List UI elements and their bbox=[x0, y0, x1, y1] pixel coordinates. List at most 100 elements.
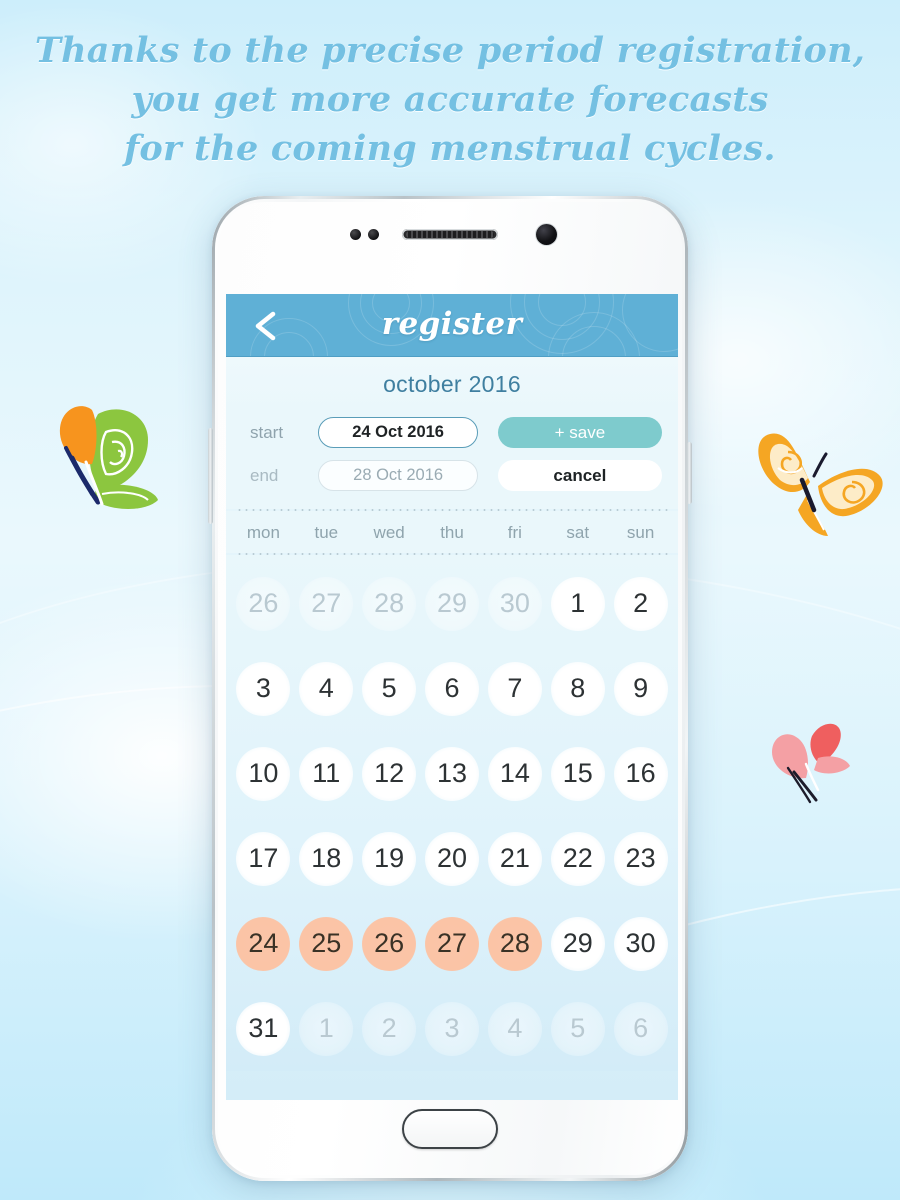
calendar-day-cell[interactable]: 16 bbox=[609, 731, 672, 816]
calendar-week-row: 10 11 12 13 14 15 16 bbox=[232, 731, 672, 816]
earpiece-speaker bbox=[402, 229, 498, 240]
proximity-sensor-icon bbox=[350, 229, 361, 240]
day-normal-17: 17 bbox=[236, 831, 291, 886]
calendar-grid: 26 27 28 29 30 1 2 3 4 5 6 7 8 9 10 11 12 13 14 15 16 17 18 19 2… bbox=[226, 555, 678, 1071]
weekday-header-row: mon tue wed thu fri sat sun bbox=[226, 511, 678, 553]
day-normal-13: 13 bbox=[425, 746, 479, 801]
day-muted-5: 5 bbox=[550, 1001, 605, 1056]
day-muted-26: 26 bbox=[236, 576, 291, 631]
day-normal-22: 22 bbox=[550, 831, 605, 886]
day-normal-20: 20 bbox=[425, 831, 479, 886]
weekday-label-sat: sat bbox=[566, 523, 590, 542]
start-label: start bbox=[250, 422, 284, 442]
calendar-day-cell[interactable]: 9 bbox=[609, 646, 672, 731]
day-normal-4: 4 bbox=[299, 661, 354, 716]
calendar-day-cell[interactable]: 2 bbox=[358, 986, 421, 1071]
calendar-day-cell[interactable]: 6 bbox=[609, 986, 672, 1071]
weekday-label-fri: fri bbox=[507, 523, 522, 542]
volume-button[interactable] bbox=[208, 428, 213, 524]
day-normal-5: 5 bbox=[362, 661, 417, 716]
calendar-day-cell[interactable]: 3 bbox=[421, 986, 484, 1071]
calendar-day-cell[interactable]: 20 bbox=[421, 816, 484, 901]
day-muted-1: 1 bbox=[299, 1001, 354, 1056]
power-button[interactable] bbox=[687, 442, 692, 504]
calendar-day-cell[interactable]: 5 bbox=[358, 646, 421, 731]
phone-body: register october 2016 start 24 Oct 2016 … bbox=[218, 202, 682, 1175]
day-muted-6: 6 bbox=[613, 1001, 668, 1056]
calendar-day-cell[interactable]: 26 bbox=[232, 561, 295, 646]
day-normal-21: 21 bbox=[487, 831, 542, 886]
calendar-day-cell[interactable]: 21 bbox=[483, 816, 546, 901]
day-muted-29: 29 bbox=[425, 576, 479, 631]
calendar-week-row: 24 25 26 27 28 29 30 bbox=[232, 901, 672, 986]
headline-line-3: for the coming menstrual cycles. bbox=[124, 128, 776, 169]
calendar-day-cell[interactable]: 23 bbox=[609, 816, 672, 901]
day-normal-11: 11 bbox=[299, 746, 354, 801]
calendar-day-cell[interactable]: 1 bbox=[546, 561, 609, 646]
calendar-day-cell[interactable]: 26 bbox=[358, 901, 421, 986]
calendar-day-cell[interactable]: 15 bbox=[546, 731, 609, 816]
calendar-day-cell[interactable]: 10 bbox=[232, 731, 295, 816]
day-normal-1: 1 bbox=[550, 576, 605, 631]
calendar-day-cell[interactable]: 27 bbox=[421, 901, 484, 986]
day-normal-14: 14 bbox=[487, 746, 542, 801]
butterfly-orange-icon bbox=[758, 433, 883, 536]
start-date-field[interactable]: 24 Oct 2016 bbox=[318, 417, 478, 448]
end-date-field[interactable]: 28 Oct 2016 bbox=[318, 460, 478, 491]
calendar-day-cell[interactable]: 8 bbox=[546, 646, 609, 731]
weekday-label-sun: sun bbox=[626, 523, 655, 542]
calendar-day-cell[interactable]: 3 bbox=[232, 646, 295, 731]
calendar-day-cell[interactable]: 24 bbox=[232, 901, 295, 986]
weekday-label-wed: wed bbox=[373, 523, 405, 542]
calendar-day-cell[interactable]: 11 bbox=[295, 731, 358, 816]
calendar-day-cell[interactable]: 28 bbox=[483, 901, 546, 986]
end-label: end bbox=[250, 465, 279, 485]
front-camera-icon bbox=[536, 224, 557, 245]
weekday-label-thu: thu bbox=[440, 523, 464, 542]
calendar-day-cell[interactable]: 17 bbox=[232, 816, 295, 901]
end-date-row: end 28 Oct 2016 cancel bbox=[242, 454, 662, 497]
day-period-28: 28 bbox=[487, 916, 542, 971]
day-normal-19: 19 bbox=[362, 831, 417, 886]
calendar-day-cell[interactable]: 27 bbox=[295, 561, 358, 646]
calendar-day-cell[interactable]: 12 bbox=[358, 731, 421, 816]
day-period-26: 26 bbox=[362, 916, 417, 971]
day-normal-12: 12 bbox=[362, 746, 417, 801]
calendar-day-cell[interactable]: 18 bbox=[295, 816, 358, 901]
calendar-day-cell[interactable]: 30 bbox=[483, 561, 546, 646]
day-normal-23: 23 bbox=[613, 831, 668, 886]
calendar-day-cell[interactable]: 4 bbox=[295, 646, 358, 731]
calendar-day-cell[interactable]: 6 bbox=[421, 646, 484, 731]
calendar-day-cell[interactable]: 14 bbox=[483, 731, 546, 816]
day-normal-10: 10 bbox=[236, 746, 291, 801]
calendar-day-cell[interactable]: 7 bbox=[483, 646, 546, 731]
calendar-week-row: 3456789 bbox=[232, 646, 672, 731]
phone-screen: register october 2016 start 24 Oct 2016 … bbox=[226, 294, 678, 1100]
promo-page: Thanks to the precise period registratio… bbox=[0, 0, 900, 1200]
calendar-day-cell[interactable]: 5 bbox=[546, 986, 609, 1071]
day-period-24: 24 bbox=[236, 916, 291, 971]
calendar-day-cell[interactable]: 30 bbox=[609, 901, 672, 986]
calendar-day-cell[interactable]: 29 bbox=[546, 901, 609, 986]
butterfly-pink-icon bbox=[772, 723, 850, 804]
calendar-day-cell[interactable]: 29 bbox=[421, 561, 484, 646]
day-normal-2: 2 bbox=[613, 576, 668, 631]
app-title: register bbox=[381, 306, 523, 342]
calendar-day-cell[interactable]: 25 bbox=[295, 901, 358, 986]
calendar-day-cell[interactable]: 13 bbox=[421, 731, 484, 816]
save-button[interactable]: + save bbox=[497, 417, 662, 448]
calendar-day-cell[interactable]: 22 bbox=[546, 816, 609, 901]
calendar-day-cell[interactable]: 1 bbox=[295, 986, 358, 1071]
cancel-button[interactable]: cancel bbox=[497, 460, 662, 491]
calendar-day-cell[interactable]: 28 bbox=[358, 561, 421, 646]
day-normal-3: 3 bbox=[236, 661, 291, 716]
calendar-week-row: 31 1 2 3 4 5 6 bbox=[232, 986, 672, 1071]
calendar-day-cell[interactable]: 2 bbox=[609, 561, 672, 646]
day-normal-30: 30 bbox=[613, 916, 668, 971]
calendar-day-cell[interactable]: 31 bbox=[232, 986, 295, 1071]
home-button[interactable] bbox=[402, 1109, 498, 1149]
day-normal-31: 31 bbox=[236, 1001, 291, 1056]
calendar-day-cell[interactable]: 19 bbox=[358, 816, 421, 901]
day-normal-9: 9 bbox=[613, 661, 668, 716]
calendar-day-cell[interactable]: 4 bbox=[483, 986, 546, 1071]
